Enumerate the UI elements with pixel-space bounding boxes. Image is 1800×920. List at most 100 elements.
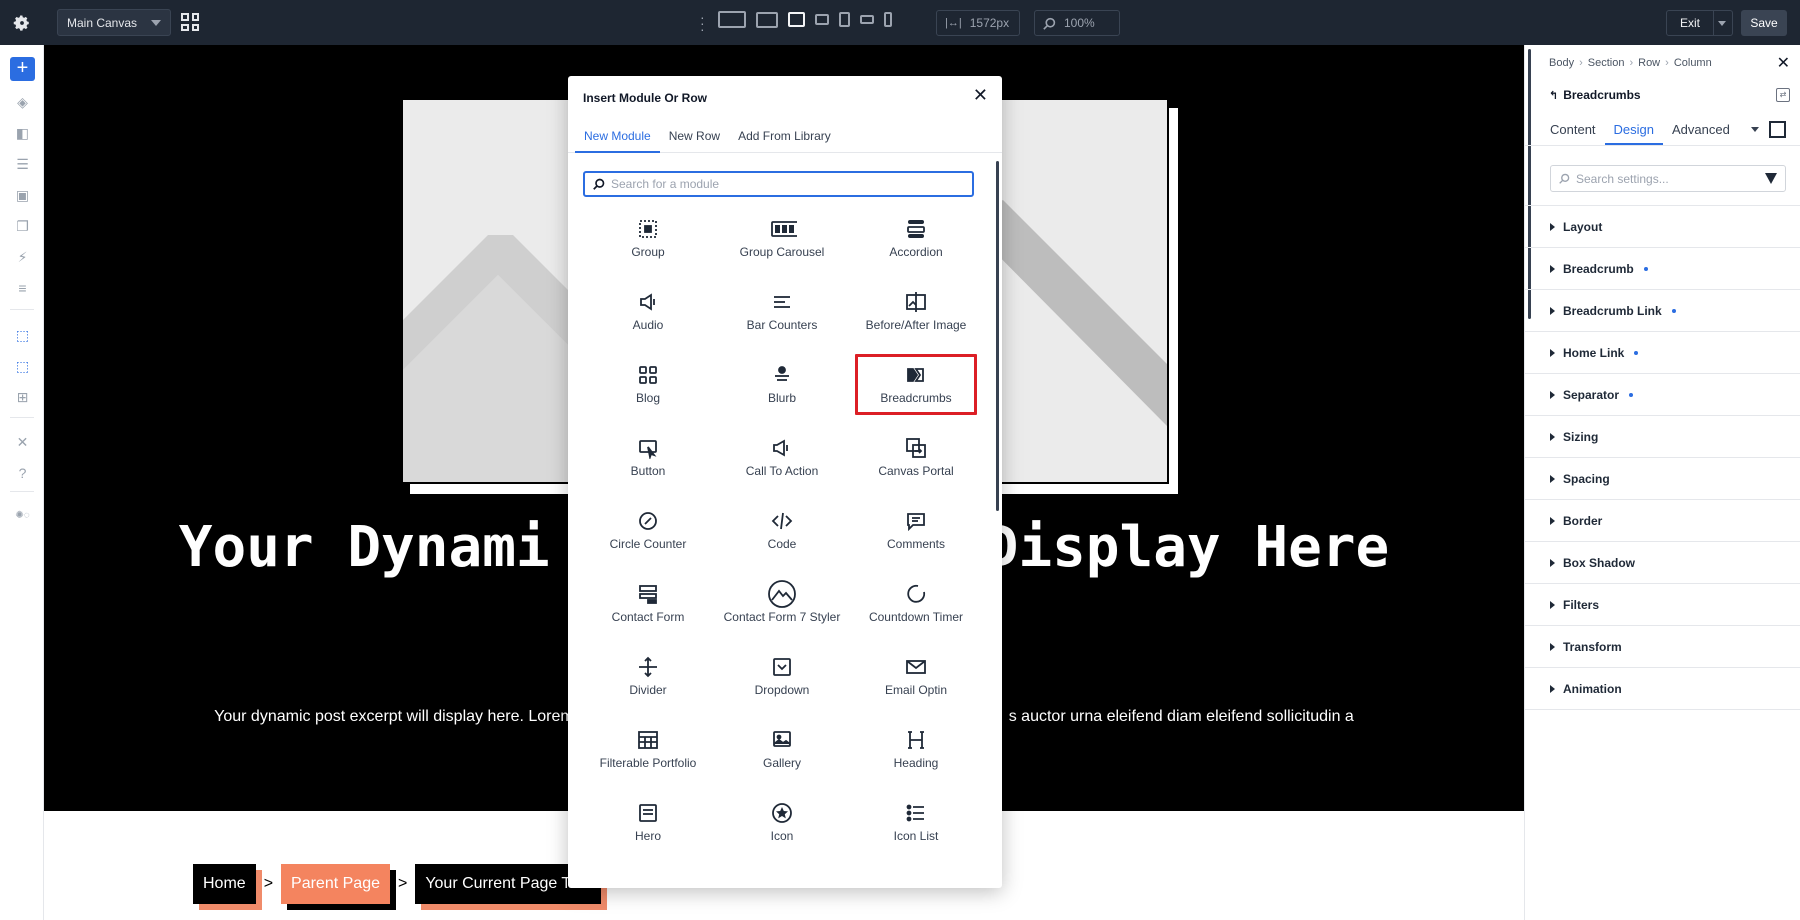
breadcrumb-parent-label: Parent Page [281,864,390,904]
breadcrumb-item-body[interactable]: Body [1549,57,1574,69]
phone-icon[interactable] [884,12,892,27]
module-before-after-image[interactable]: Before/After Image [849,275,983,348]
click-mode-icon[interactable]: ⬚ [14,327,31,344]
phone-landscape-icon[interactable] [860,15,874,24]
canvas-select[interactable]: Main Canvas [57,9,171,36]
lightning-icon[interactable]: ⚡ [14,249,31,266]
settings-group-box-shadow[interactable]: Box Shadow [1525,542,1800,584]
module-comments[interactable]: Comments [849,494,983,567]
close-icon[interactable]: ✕ [973,85,988,106]
module-filterable-portfolio[interactable]: Filterable Portfolio [581,713,715,786]
tab-add-from-library[interactable]: Add From Library [729,120,840,153]
module-blog[interactable]: Blog [581,348,715,421]
zoom-search-icon [1043,17,1056,30]
tablet-landscape-icon[interactable] [815,14,829,25]
module-audio[interactable]: Audio [581,275,715,348]
settings-group-home-link[interactable]: Home Link [1525,332,1800,374]
module-canvas-portal[interactable]: Canvas Portal [849,421,983,494]
module-options-icon[interactable]: ⇄ [1776,88,1790,102]
caret-right-icon [1550,516,1555,525]
tab-content[interactable]: Content [1541,112,1605,145]
settings-search[interactable]: Search settings... [1550,165,1786,192]
desktop-wide-icon[interactable] [718,11,746,28]
module-circle-counter[interactable]: Circle Counter [581,494,715,567]
canvas-width-field[interactable]: |↔| 1572px [936,10,1020,36]
breadcrumb-item-row[interactable]: Row [1638,57,1660,69]
breadcrumbs-module[interactable]: Home > Parent Page > Your Current Page T… [193,864,607,910]
settings-group-border[interactable]: Border [1525,500,1800,542]
module-gallery[interactable]: Gallery [715,713,849,786]
module-group-carousel[interactable]: Group Carousel [715,202,849,275]
help-icon[interactable]: ? [14,465,31,482]
modal-scrollbar[interactable] [996,161,999,511]
settings-gear-icon[interactable] [0,0,44,45]
tab-advanced[interactable]: Advanced [1663,112,1739,145]
module-contact-form-7-styler[interactable]: Contact Form 7 Styler [715,567,849,640]
settings-group-sizing[interactable]: Sizing [1525,416,1800,458]
theme-toggle-icon[interactable]: ✺◌ [14,507,31,524]
add-module-button[interactable]: + [10,57,35,81]
module-heading[interactable]: Heading [849,713,983,786]
breadcrumb-parent[interactable]: Parent Page [281,864,396,910]
theme-customizer-icon[interactable]: ◧ [14,125,31,142]
breadcrumb-home[interactable]: Home [193,864,262,910]
pages-icon[interactable]: ❐ [14,218,31,235]
settings-group-transform[interactable]: Transform [1525,626,1800,668]
module-contact-form[interactable]: Contact Form [581,567,715,640]
settings-group-filters[interactable]: Filters [1525,584,1800,626]
exit-button[interactable]: Exit [1666,10,1714,36]
module-bar-counters[interactable]: Bar Counters [715,275,849,348]
module-hero[interactable]: Hero [581,786,715,859]
module-search-input[interactable] [611,177,951,191]
caret-right-icon [1550,264,1555,273]
settings-group-animation[interactable]: Animation [1525,668,1800,710]
breadcrumb-separator: > [397,875,408,892]
settings-group-breadcrumb-link[interactable]: Breadcrumb Link [1525,290,1800,332]
zoom-field[interactable]: 100% [1034,10,1120,36]
save-button[interactable]: Save [1741,10,1787,36]
module-dropdown[interactable]: Dropdown [715,640,849,713]
preset-square-icon[interactable] [1769,121,1786,138]
module-code[interactable]: Code [715,494,849,567]
more-vertical-icon[interactable]: · · · [700,10,705,36]
caret-down-icon[interactable] [1751,127,1759,132]
settings-group-separator[interactable]: Separator [1525,374,1800,416]
exit-options-chevron-icon[interactable] [1713,10,1733,36]
back-arrow-icon[interactable]: ↰ [1549,89,1558,102]
settings-sliders-icon[interactable]: ≡ [14,280,31,297]
database-icon[interactable]: ☰ [14,156,31,173]
tools-icon[interactable]: ✕ [14,434,31,451]
breadcrumb-item-column[interactable]: Column [1674,57,1712,69]
filter-icon[interactable] [1765,173,1777,184]
module-call-to-action[interactable]: Call To Action [715,421,849,494]
module-countdown-timer[interactable]: Countdown Timer [849,567,983,640]
module-search[interactable] [583,171,974,197]
modal-tabs: New Module New Row Add From Library [568,120,1002,153]
settings-group-breadcrumb[interactable]: Breadcrumb [1525,248,1800,290]
tab-new-row[interactable]: New Row [660,120,729,153]
laptop-icon[interactable] [788,12,805,27]
module-breadcrumbs[interactable]: Breadcrumbs [854,353,978,416]
layers-icon[interactable]: ◈ [14,94,31,111]
module-divider[interactable]: Divider [581,640,715,713]
module-label: Filterable Portfolio [599,756,697,770]
breadcrumb-item-section[interactable]: Section [1588,57,1625,69]
settings-group-layout[interactable]: Layout [1525,206,1800,248]
tab-new-module[interactable]: New Module [575,120,660,153]
tablet-icon[interactable] [839,12,850,27]
responsive-preview-icon[interactable]: ⊞ [14,389,31,406]
close-icon[interactable]: ✕ [1777,53,1790,73]
module-icon-list[interactable]: Icon List [849,786,983,859]
desktop-icon[interactable] [756,11,778,28]
module-blurb[interactable]: Blurb [715,348,849,421]
module-group[interactable]: Group [581,202,715,275]
tab-design[interactable]: Design [1604,112,1664,145]
module-icon[interactable]: Icon [715,786,849,859]
layout-grid-icon[interactable] [181,13,199,31]
hover-mode-icon[interactable]: ⬚ [14,358,31,375]
module-email-optin[interactable]: Email Optin [849,640,983,713]
global-presets-icon[interactable]: ▣ [14,187,31,204]
module-button[interactable]: Button [581,421,715,494]
module-accordion[interactable]: Accordion [849,202,983,275]
settings-group-spacing[interactable]: Spacing [1525,458,1800,500]
